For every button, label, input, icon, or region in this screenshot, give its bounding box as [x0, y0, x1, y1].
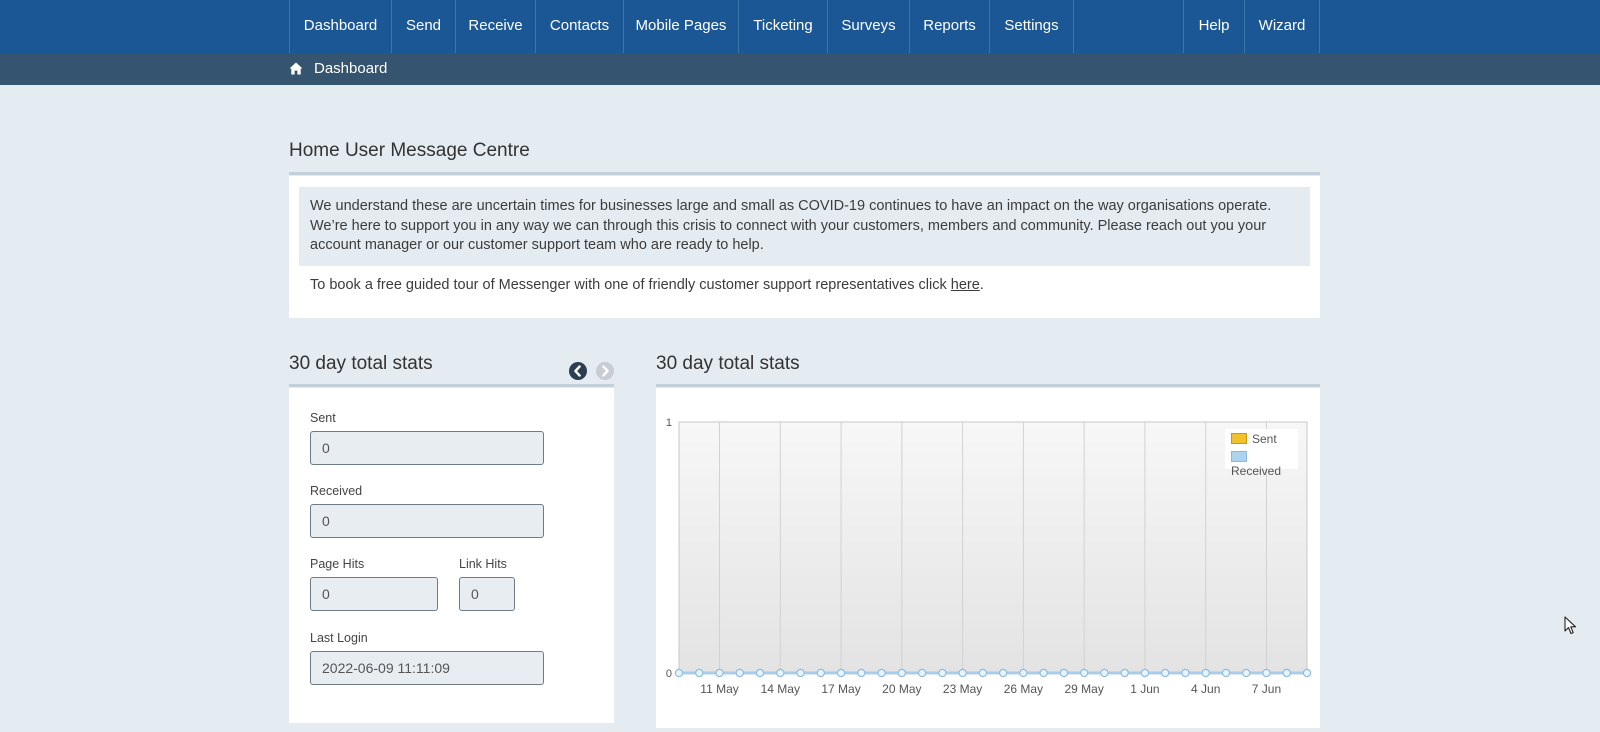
chart-legend: Sent Received — [1225, 429, 1298, 478]
legend-label-sent: Sent — [1252, 432, 1277, 446]
data-point — [735, 668, 744, 678]
legend-label-received: Received — [1231, 464, 1282, 478]
x-tick-label: 1 Jun — [1130, 682, 1159, 696]
x-tick-label: 17 May — [821, 682, 860, 696]
x-tick-label: 4 Jun — [1191, 682, 1220, 696]
data-point — [1100, 668, 1109, 678]
data-point — [776, 668, 785, 678]
data-point — [998, 668, 1008, 678]
legend-item-sent[interactable]: Sent — [1231, 432, 1277, 446]
data-point — [938, 668, 947, 678]
x-tick-label: 11 May — [700, 682, 738, 696]
legend-swatch-sent — [1231, 433, 1247, 444]
data-point — [1160, 668, 1170, 678]
data-point — [1181, 668, 1190, 678]
x-tick-label: 26 May — [1004, 682, 1043, 696]
x-tick-label: 23 May — [943, 682, 982, 696]
data-point — [877, 668, 886, 678]
data-point — [897, 668, 907, 678]
data-point — [674, 668, 684, 678]
data-point — [1039, 668, 1048, 678]
data-point — [1201, 668, 1210, 678]
data-point — [857, 668, 866, 678]
legend-swatch-received — [1231, 451, 1247, 462]
data-point — [917, 668, 927, 678]
data-point — [1140, 668, 1150, 678]
data-point — [715, 668, 724, 678]
data-point — [1262, 668, 1271, 678]
data-point — [836, 668, 846, 678]
x-tick-label: 29 May — [1064, 682, 1103, 696]
x-tick-label: 14 May — [761, 682, 800, 696]
stats-chart: 11 May 14 May 17 May 20 May 23 May 26 May 29 M… — [666, 417, 1312, 696]
y-tick-label: 1 — [666, 417, 672, 429]
x-tick-label: 20 May — [882, 682, 921, 696]
data-point — [1221, 668, 1231, 678]
mouse-cursor-icon — [1564, 616, 1577, 635]
data-point — [958, 668, 967, 678]
data-point — [1242, 668, 1251, 678]
y-tick-label: 0 — [666, 668, 672, 680]
data-point — [695, 668, 704, 678]
data-point — [755, 668, 765, 678]
data-point — [1019, 668, 1028, 678]
data-point — [1302, 668, 1312, 678]
data-point — [1282, 668, 1291, 678]
data-point — [1120, 668, 1129, 678]
data-point — [1079, 668, 1089, 678]
x-tick-label: 7 Jun — [1252, 682, 1281, 696]
data-point — [1059, 668, 1069, 678]
data-point — [796, 668, 805, 678]
data-point — [978, 668, 988, 678]
plot-area — [678, 421, 1308, 674]
data-point — [816, 668, 826, 678]
legend-item-received[interactable]: Received — [1231, 450, 1298, 478]
